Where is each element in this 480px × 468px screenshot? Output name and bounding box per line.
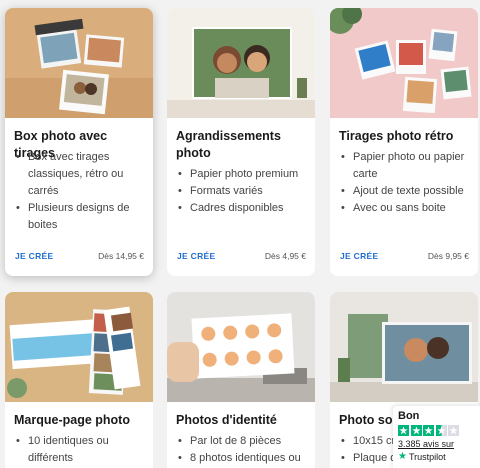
card-image-marque-page	[5, 292, 153, 402]
product-card-marque-page[interactable]: Marque-page photo 10 identiques ou diffé…	[5, 292, 153, 468]
rating-label: Bon	[398, 410, 420, 422]
trustpilot-brand-label: Trustpilot	[408, 451, 446, 462]
feature-item: Plusieurs designs de boites	[14, 200, 147, 234]
card-features: Box avec tirages classiques, rétro ou ca…	[14, 149, 147, 234]
trustpilot-widget[interactable]: Bon 3.385 avis sur ★ Trustpilot	[393, 406, 480, 468]
trustpilot-star-icon: ★	[398, 451, 407, 462]
price-label: Dès 9,95 €	[427, 251, 469, 261]
feature-item: 10 identiques ou différents	[14, 433, 147, 467]
trustpilot-brand: ★ Trustpilot	[398, 451, 475, 462]
product-card-identite[interactable]: Photos d'identité Par lot de 8 pièces 8 …	[167, 292, 315, 468]
price-label: Dès 4,95 €	[264, 251, 306, 261]
card-features: Papier photo premium Formats variés Cadr…	[176, 166, 309, 217]
feature-item: 8 photos identiques ou	[176, 450, 309, 467]
product-card-retro[interactable]: Tirages photo rétro Papier photo ou papi…	[330, 8, 478, 276]
card-image-retro	[330, 8, 478, 118]
card-image-box-photo	[5, 8, 153, 118]
card-title: Marque-page photo	[14, 413, 130, 427]
feature-item: Avec ou sans boite	[339, 200, 472, 217]
feature-item: Ajout de texte possible	[339, 183, 472, 200]
create-button[interactable]: JE CRÉE	[15, 251, 53, 261]
card-title: Photos d'identité	[176, 413, 277, 427]
star-half-icon	[435, 425, 447, 436]
create-button[interactable]: JE CRÉE	[340, 251, 378, 261]
card-features: Papier photo ou papier carte Ajout de te…	[339, 149, 472, 217]
card-image-agrandissements	[167, 8, 315, 118]
create-button[interactable]: JE CRÉE	[177, 251, 215, 261]
rating-stars	[398, 425, 475, 436]
review-count-link[interactable]: 3.385 avis sur	[398, 439, 475, 449]
feature-item: Papier photo premium	[176, 166, 309, 183]
feature-item: Par lot de 8 pièces	[176, 433, 309, 450]
card-image-photo-support	[330, 292, 478, 402]
card-features: 10 identiques ou différents	[14, 433, 147, 467]
product-card-box-photo[interactable]: Box photo avec tirages Box avec tirages …	[5, 8, 153, 276]
feature-item: Cadres disponibles	[176, 200, 309, 217]
star-icon	[423, 425, 434, 436]
card-title: Agrandissements photo	[176, 129, 281, 160]
feature-item: Formats variés	[176, 183, 309, 200]
star-icon	[398, 425, 409, 436]
card-features: Par lot de 8 pièces 8 photos identiques …	[176, 433, 309, 467]
star-icon	[410, 425, 422, 436]
star-empty-icon	[448, 425, 459, 436]
card-title: Tirages photo rétro	[339, 129, 454, 143]
price-label: Dès 14,95 €	[98, 251, 144, 261]
feature-item: Papier photo ou papier carte	[339, 149, 472, 183]
feature-item: Box avec tirages classiques, rétro ou ca…	[14, 149, 147, 200]
card-image-identite	[167, 292, 315, 402]
product-card-agrandissements[interactable]: Agrandissements photo Papier photo premi…	[167, 8, 315, 276]
